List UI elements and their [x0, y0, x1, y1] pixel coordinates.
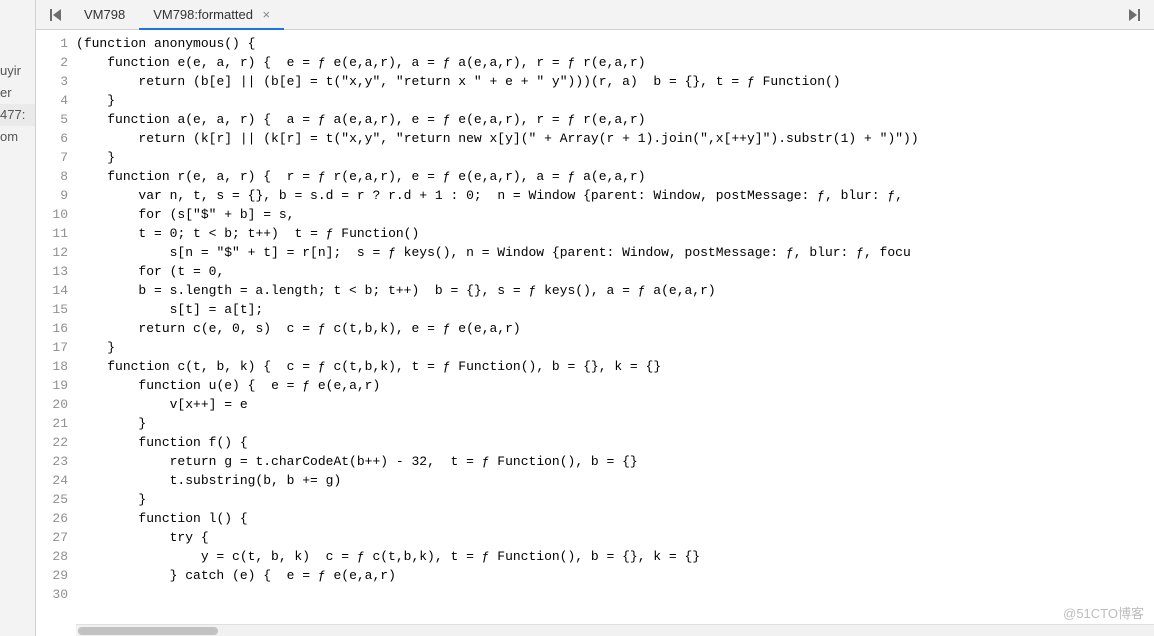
- code-line[interactable]: (function anonymous() {: [76, 34, 1154, 53]
- code-line[interactable]: v[x++] = e: [76, 395, 1154, 414]
- code-line[interactable]: }: [76, 490, 1154, 509]
- sidebar-entry[interactable]: om: [0, 126, 35, 148]
- code-line[interactable]: function l() {: [76, 509, 1154, 528]
- code-line[interactable]: } catch (e) { e = ƒ e(e,a,r): [76, 566, 1154, 585]
- line-number: 26: [36, 509, 68, 528]
- code-line[interactable]: b = s.length = a.length; t < b; t++) b =…: [76, 281, 1154, 300]
- line-number: 6: [36, 129, 68, 148]
- line-number: 23: [36, 452, 68, 471]
- code-line[interactable]: t = 0; t < b; t++) t = ƒ Function(): [76, 224, 1154, 243]
- scrollbar-thumb[interactable]: [78, 627, 218, 635]
- line-number: 16: [36, 319, 68, 338]
- sidebar-entry[interactable]: 477:: [0, 104, 35, 126]
- line-number: 30: [36, 585, 68, 604]
- line-number: 21: [36, 414, 68, 433]
- line-number: 15: [36, 300, 68, 319]
- history-back-icon[interactable]: [48, 7, 64, 23]
- code-line[interactable]: return c(e, 0, s) c = ƒ c(t,b,k), e = ƒ …: [76, 319, 1154, 338]
- line-number: 13: [36, 262, 68, 281]
- line-number: 5: [36, 110, 68, 129]
- tab-vm798-formatted[interactable]: VM798:formatted ×: [139, 0, 284, 30]
- line-number: 9: [36, 186, 68, 205]
- history-forward-icon[interactable]: [1126, 7, 1142, 23]
- line-number: 22: [36, 433, 68, 452]
- code-content[interactable]: (function anonymous() { function e(e, a,…: [76, 30, 1154, 636]
- code-line[interactable]: return (k[r] || (k[r] = t("x,y", "return…: [76, 129, 1154, 148]
- line-number: 7: [36, 148, 68, 167]
- code-line[interactable]: function c(t, b, k) { c = ƒ c(t,b,k), t …: [76, 357, 1154, 376]
- line-number: 14: [36, 281, 68, 300]
- code-line[interactable]: }: [76, 148, 1154, 167]
- line-number: 12: [36, 243, 68, 262]
- code-line[interactable]: return (b[e] || (b[e] = t("x,y", "return…: [76, 72, 1154, 91]
- code-line[interactable]: try {: [76, 528, 1154, 547]
- horizontal-scrollbar[interactable]: [76, 624, 1154, 636]
- code-line[interactable]: function a(e, a, r) { a = ƒ a(e,a,r), e …: [76, 110, 1154, 129]
- line-number: 8: [36, 167, 68, 186]
- code-line[interactable]: function u(e) { e = ƒ e(e,a,r): [76, 376, 1154, 395]
- line-number: 18: [36, 357, 68, 376]
- line-number: 19: [36, 376, 68, 395]
- line-number: 28: [36, 547, 68, 566]
- code-line[interactable]: }: [76, 91, 1154, 110]
- code-line[interactable]: function r(e, a, r) { r = ƒ r(e,a,r), e …: [76, 167, 1154, 186]
- code-line[interactable]: return g = t.charCodeAt(b++) - 32, t = ƒ…: [76, 452, 1154, 471]
- tab-label: VM798: [84, 7, 125, 22]
- line-number: 20: [36, 395, 68, 414]
- code-editor[interactable]: 1234567891011121314151617181920212223242…: [36, 30, 1154, 636]
- code-line[interactable]: function e(e, a, r) { e = ƒ e(e,a,r), a …: [76, 53, 1154, 72]
- line-number: 4: [36, 91, 68, 110]
- line-number: 11: [36, 224, 68, 243]
- navigator-sidebar: uyir er 477: om: [0, 0, 36, 636]
- code-line[interactable]: y = c(t, b, k) c = ƒ c(t,b,k), t = ƒ Fun…: [76, 547, 1154, 566]
- tab-bar: VM798 VM798:formatted ×: [36, 0, 1154, 30]
- code-line[interactable]: t.substring(b, b += g): [76, 471, 1154, 490]
- line-number: 10: [36, 205, 68, 224]
- line-number: 24: [36, 471, 68, 490]
- line-number: 29: [36, 566, 68, 585]
- code-line[interactable]: }: [76, 414, 1154, 433]
- line-number: 25: [36, 490, 68, 509]
- tab-vm798[interactable]: VM798: [70, 0, 139, 30]
- sidebar-entry[interactable]: uyir: [0, 60, 35, 82]
- code-line[interactable]: [76, 585, 1154, 604]
- line-number: 17: [36, 338, 68, 357]
- code-line[interactable]: for (t = 0,: [76, 262, 1154, 281]
- sidebar-entry[interactable]: er: [0, 82, 35, 104]
- code-line[interactable]: function f() {: [76, 433, 1154, 452]
- line-number: 3: [36, 72, 68, 91]
- code-line[interactable]: for (s["$" + b] = s,: [76, 205, 1154, 224]
- code-line[interactable]: s[t] = a[t];: [76, 300, 1154, 319]
- line-number: 1: [36, 34, 68, 53]
- code-line[interactable]: var n, t, s = {}, b = s.d = r ? r.d + 1 …: [76, 186, 1154, 205]
- line-number-gutter: 1234567891011121314151617181920212223242…: [36, 30, 76, 636]
- tab-label: VM798:formatted: [153, 7, 253, 22]
- code-line[interactable]: }: [76, 338, 1154, 357]
- close-icon[interactable]: ×: [263, 7, 271, 22]
- code-line[interactable]: s[n = "$" + t] = r[n]; s = ƒ keys(), n =…: [76, 243, 1154, 262]
- line-number: 27: [36, 528, 68, 547]
- line-number: 2: [36, 53, 68, 72]
